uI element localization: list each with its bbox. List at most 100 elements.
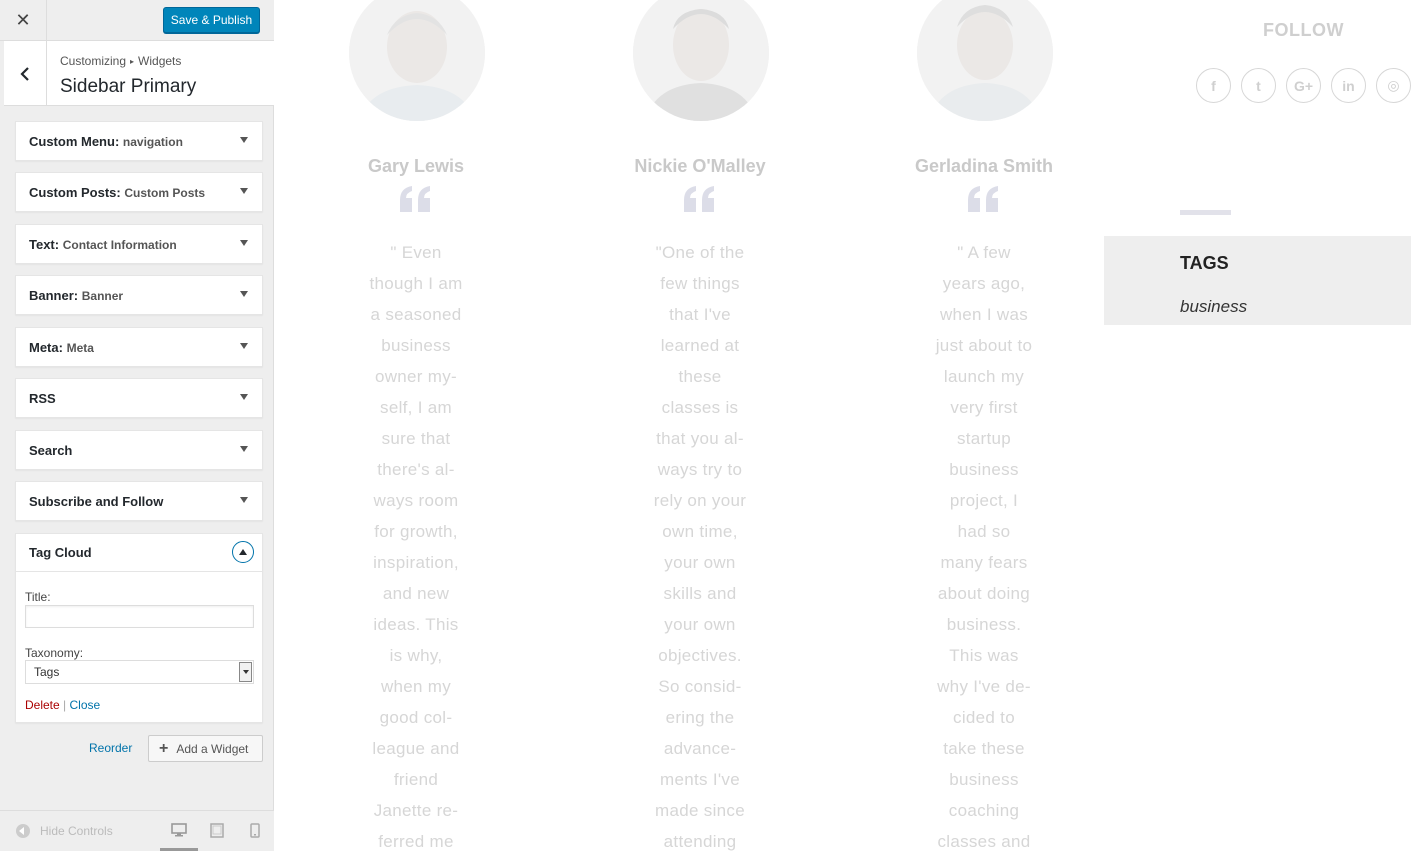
avatar bbox=[349, 0, 485, 121]
tags-title: TAGS bbox=[1180, 253, 1229, 273]
taxonomy-selected-value: Tags bbox=[34, 665, 60, 679]
close-customizer-button[interactable]: ✕ bbox=[0, 0, 47, 41]
breadcrumb-root: Customizing bbox=[60, 54, 127, 68]
quote-line: " A few bbox=[957, 243, 1011, 262]
quote-line: friend bbox=[393, 770, 439, 789]
taxonomy-select[interactable]: Tags bbox=[25, 660, 254, 684]
quote-line: project, I bbox=[949, 491, 1019, 510]
quote-line: your own bbox=[664, 553, 736, 572]
plus-icon: + bbox=[159, 739, 169, 757]
quote-line: these bbox=[678, 367, 722, 386]
widget-title: Custom Posts: Custom Posts bbox=[29, 185, 206, 200]
widget-meta[interactable]: Meta: Meta bbox=[15, 327, 263, 367]
quote-icon bbox=[600, 186, 800, 217]
testimonial-name: Gary Lewis bbox=[367, 156, 465, 176]
quote-line: very first bbox=[950, 398, 1018, 417]
title-input[interactable] bbox=[25, 605, 254, 628]
caret-down-icon[interactable] bbox=[240, 343, 248, 349]
widget-form: Title: Taxonomy: Tags Delete | Close bbox=[16, 571, 262, 723]
quote-line: business bbox=[949, 460, 1019, 479]
quote-line: when my bbox=[380, 677, 452, 696]
customizer-sidebar: ✕ Save & Publish Customizing ▸ Widgets Sid… bbox=[0, 0, 274, 851]
caret-up-icon bbox=[239, 549, 247, 555]
widget-title: Text: Contact Information bbox=[29, 237, 177, 252]
quote-line: and new bbox=[382, 584, 450, 603]
mobile-preview-icon[interactable] bbox=[250, 823, 260, 838]
desktop-preview-icon[interactable] bbox=[171, 823, 187, 837]
close-link[interactable]: Close bbox=[70, 698, 101, 712]
quote-line: ments I've bbox=[660, 770, 740, 789]
quote-line: business bbox=[949, 770, 1019, 789]
delete-link[interactable]: Delete bbox=[25, 698, 60, 712]
quote-line: own time, bbox=[662, 522, 738, 541]
hide-controls-button[interactable]: Hide Controls bbox=[16, 824, 113, 838]
quote-line: ferred me bbox=[378, 832, 454, 851]
widget-custom-posts[interactable]: Custom Posts: Custom Posts bbox=[15, 172, 263, 212]
add-widget-label: Add a Widget bbox=[176, 741, 249, 756]
close-icon: ✕ bbox=[15, 10, 31, 30]
caret-down-icon[interactable] bbox=[240, 394, 248, 400]
quote-line: made since bbox=[655, 801, 745, 820]
tablet-preview-icon[interactable] bbox=[210, 823, 224, 838]
widget-subscribe-follow[interactable]: Subscribe and Follow bbox=[15, 481, 263, 521]
caret-down-icon[interactable] bbox=[240, 240, 248, 246]
divider bbox=[1180, 210, 1231, 215]
add-widget-button[interactable]: + Add a Widget bbox=[148, 735, 263, 762]
widget-title: Search bbox=[29, 443, 73, 458]
quote-line: that you al- bbox=[656, 429, 744, 448]
widget-actions: Delete | Close bbox=[25, 698, 100, 712]
save-publish-button[interactable]: Save & Publish bbox=[163, 7, 260, 33]
testimonial-quote: " Even though I am a seasoned business owner… bbox=[316, 237, 516, 851]
widget-text[interactable]: Text: Contact Information bbox=[15, 224, 263, 264]
widget-title: Banner: Banner bbox=[29, 288, 124, 303]
dropdown-arrow-icon[interactable] bbox=[239, 662, 252, 682]
instagram-icon[interactable]: ◎ bbox=[1376, 68, 1411, 103]
quote-line: for growth, bbox=[374, 522, 458, 541]
widget-title[interactable]: Tag Cloud bbox=[29, 534, 92, 571]
caret-down-icon[interactable] bbox=[240, 291, 248, 297]
quote-line: good col- bbox=[379, 708, 453, 727]
quote-line: take these bbox=[943, 739, 1025, 758]
quote-line: sure that bbox=[381, 429, 451, 448]
caret-down-icon[interactable] bbox=[240, 497, 248, 503]
twitter-icon[interactable]: t bbox=[1241, 68, 1276, 103]
quote-line: there's al- bbox=[377, 460, 455, 479]
quote-line: that I've bbox=[669, 305, 731, 324]
collapse-widget-toggle[interactable] bbox=[232, 541, 254, 563]
quote-line: learned at bbox=[660, 336, 740, 355]
google-plus-icon[interactable]: G+ bbox=[1286, 68, 1321, 103]
quote-line: startup bbox=[956, 429, 1012, 448]
quote-line: self, I am bbox=[380, 398, 452, 417]
follow-title: FOLLOW bbox=[1263, 20, 1344, 40]
quote-line: " Even bbox=[390, 243, 442, 262]
quote-line: a seasoned bbox=[370, 305, 462, 324]
widget-banner[interactable]: Banner: Banner bbox=[15, 275, 263, 315]
testimonial-quote: "One of the few things that I've learned at… bbox=[600, 237, 800, 851]
quote-line: attending bbox=[663, 832, 737, 851]
widget-search[interactable]: Search bbox=[15, 430, 263, 470]
widget-custom-menu[interactable]: Custom Menu: navigation bbox=[15, 121, 263, 161]
quote-line: when I was bbox=[939, 305, 1029, 324]
hide-controls-label: Hide Controls bbox=[40, 824, 113, 838]
quote-line: coaching bbox=[948, 801, 1020, 820]
back-button[interactable] bbox=[4, 41, 47, 106]
breadcrumb: Customizing ▸ Widgets bbox=[60, 54, 181, 68]
caret-down-icon[interactable] bbox=[240, 446, 248, 452]
quote-line: many fears bbox=[940, 553, 1028, 572]
caret-down-icon[interactable] bbox=[240, 137, 248, 143]
widget-title: Subscribe and Follow bbox=[29, 494, 164, 509]
caret-down-icon[interactable] bbox=[240, 188, 248, 194]
tag-link[interactable]: business bbox=[1180, 297, 1247, 317]
quote-line: few things bbox=[660, 274, 740, 293]
facebook-icon[interactable]: f bbox=[1196, 68, 1231, 103]
quote-icon bbox=[884, 186, 1084, 217]
quote-line: is why, bbox=[389, 646, 443, 665]
quote-line: owner my- bbox=[374, 367, 458, 386]
widget-rss[interactable]: RSS bbox=[15, 378, 263, 418]
taxonomy-label: Taxonomy: bbox=[25, 646, 84, 660]
quote-line: business bbox=[381, 336, 451, 355]
site-preview: Gary Lewis " Even though I am a seasoned bu… bbox=[275, 0, 1419, 851]
linkedin-icon[interactable]: in bbox=[1331, 68, 1366, 103]
quote-line: why I've de- bbox=[937, 677, 1031, 696]
reorder-link[interactable]: Reorder bbox=[89, 741, 132, 755]
